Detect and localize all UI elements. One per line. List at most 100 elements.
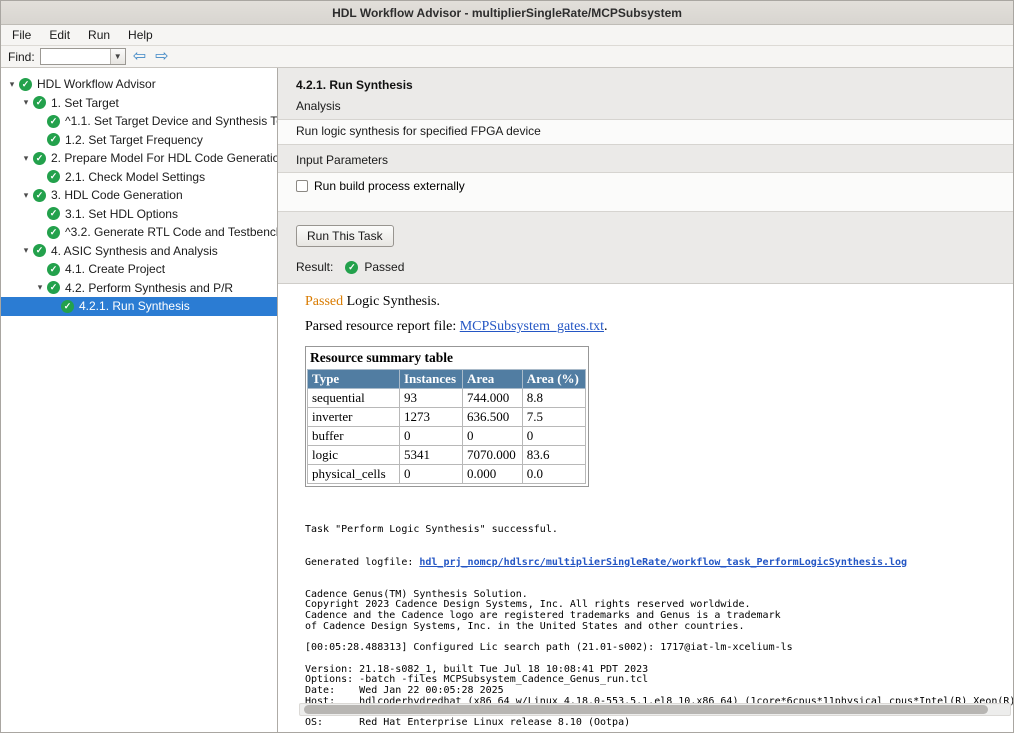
expander-down-icon[interactable]: ▾ xyxy=(19,190,33,201)
tree-item-label: 4.2. Perform Synthesis and P/R xyxy=(65,281,233,295)
main-area: ▾ HDL Workflow Advisor ▾1. Set Target^1.1.… xyxy=(1,68,1013,732)
resource-summary-table: TypeInstancesAreaArea (%)sequential93744… xyxy=(307,369,586,484)
window-title: HDL Workflow Advisor - multiplierSingleR… xyxy=(332,6,682,20)
passed-check-icon xyxy=(47,226,60,239)
scrollbar-thumb[interactable] xyxy=(304,705,988,714)
tree-item-label: 2.1. Check Model Settings xyxy=(65,170,205,184)
table-cell: 0 xyxy=(463,427,523,446)
task-title: 4.2.1. Run Synthesis xyxy=(278,68,1013,95)
passed-check-icon xyxy=(33,152,46,165)
synthesis-log: Task "Perform Logic Synthesis" successfu… xyxy=(305,504,1013,732)
result-row: Result: Passed xyxy=(278,253,1013,283)
tree-item[interactable]: ▾ 4. ASIC Synthesis and Analysis xyxy=(1,242,277,261)
passed-check-icon xyxy=(33,244,46,257)
tree-item[interactable]: ▾ 4.2. Perform Synthesis and P/R xyxy=(1,279,277,298)
expander-down-icon[interactable]: ▾ xyxy=(19,153,33,164)
table-cell: 7.5 xyxy=(522,408,585,427)
run-externally-option[interactable]: Run build process externally xyxy=(296,179,465,193)
task-description: Run logic synthesis for specified FPGA d… xyxy=(296,124,541,138)
table-cell: sequential xyxy=(308,389,400,408)
tree-item[interactable]: ▾ 3. HDL Code Generation xyxy=(1,186,277,205)
expander-down-icon[interactable]: ▾ xyxy=(5,79,19,90)
task-panel: 4.2.1. Run Synthesis Analysis Run logic … xyxy=(278,68,1013,732)
run-this-task-button[interactable]: Run This Task xyxy=(296,225,394,247)
workflow-tree: ▾ HDL Workflow Advisor ▾1. Set Target^1.1.… xyxy=(1,68,278,732)
tree-item[interactable]: ^1.1. Set Target Device and Synthesis To… xyxy=(1,112,277,131)
tree-item[interactable]: ▾2. Prepare Model For HDL Code Generatio… xyxy=(1,149,277,168)
parsed-prefix: Parsed resource report file: xyxy=(305,319,460,334)
tree-item[interactable]: ^3.2. Generate RTL Code and Testbench xyxy=(1,223,277,242)
passed-check-icon xyxy=(61,300,74,313)
tree-item-label: ^1.1. Set Target Device and Synthesis To… xyxy=(65,114,277,128)
table-cell: 7070.000 xyxy=(463,446,523,465)
log-success-line: Task "Perform Logic Synthesis" successfu… xyxy=(305,525,1013,536)
input-parameters-box: Run build process externally xyxy=(278,172,1013,212)
button-row: Run This Task xyxy=(278,212,1013,253)
passed-check-icon xyxy=(47,281,60,294)
tree-item[interactable]: 4.2.1. Run Synthesis xyxy=(1,297,277,316)
table-cell: 1273 xyxy=(400,408,463,427)
menu-edit[interactable]: Edit xyxy=(40,26,79,44)
find-input[interactable] xyxy=(41,49,110,64)
result-value: Passed xyxy=(364,260,404,274)
checkbox-icon[interactable] xyxy=(296,180,308,192)
passed-check-icon xyxy=(47,133,60,146)
tree-item-label: ^3.2. Generate RTL Code and Testbench xyxy=(65,225,277,239)
passed-line: Passed Logic Synthesis. xyxy=(305,294,1013,310)
gates-report-link[interactable]: MCPSubsystem_gates.txt xyxy=(460,319,604,334)
tree-item[interactable]: ▾ HDL Workflow Advisor xyxy=(1,75,277,94)
tree-item-label: 1.2. Set Target Frequency xyxy=(65,133,203,147)
checkbox-label: Run build process externally xyxy=(314,179,465,193)
tree-item[interactable]: 1.2. Set Target Frequency xyxy=(1,131,277,150)
passed-status-text: Passed xyxy=(305,294,343,309)
tree-item-label: 3.1. Set HDL Options xyxy=(65,207,178,221)
table-cell: 0.000 xyxy=(463,465,523,484)
titlebar: HDL Workflow Advisor - multiplierSingleR… xyxy=(1,1,1013,25)
horizontal-scrollbar[interactable] xyxy=(299,703,1011,716)
logfile-link[interactable]: hdl_prj_nomcp/hdlsrc/multiplierSingleRat… xyxy=(419,557,907,568)
passed-check-icon xyxy=(345,261,358,274)
expander-down-icon[interactable]: ▾ xyxy=(19,245,33,256)
tree-item-label: HDL Workflow Advisor xyxy=(37,77,156,91)
tree-item[interactable]: 2.1. Check Model Settings xyxy=(1,168,277,187)
task-description-box: Run logic synthesis for specified FPGA d… xyxy=(278,119,1013,145)
table-cell: 636.500 xyxy=(463,408,523,427)
input-parameters-label: Input Parameters xyxy=(278,145,1013,172)
result-label: Result: xyxy=(296,260,333,274)
tree-item[interactable]: ▾1. Set Target xyxy=(1,94,277,113)
tree-item-label: 4. ASIC Synthesis and Analysis xyxy=(51,244,218,258)
table-cell: 0.0 xyxy=(522,465,585,484)
table-header-cell: Instances xyxy=(400,370,463,389)
find-combobox[interactable]: ▼ xyxy=(40,48,126,65)
table-header-cell: Area xyxy=(463,370,523,389)
menu-file[interactable]: File xyxy=(3,26,40,44)
find-toolbar: Find: ▼ ⇦ ⇨ xyxy=(1,46,1013,68)
find-next-arrow-icon[interactable]: ⇨ xyxy=(153,49,170,65)
table-cell: 5341 xyxy=(400,446,463,465)
passed-check-icon xyxy=(33,189,46,202)
table-cell: inverter xyxy=(308,408,400,427)
find-label: Find: xyxy=(8,50,35,64)
find-dropdown-button[interactable]: ▼ xyxy=(110,49,125,64)
table-row: physical_cells00.0000.0 xyxy=(308,465,586,484)
menu-run[interactable]: Run xyxy=(79,26,119,44)
passed-check-icon xyxy=(47,263,60,276)
menu-help[interactable]: Help xyxy=(119,26,162,44)
tree-item[interactable]: 3.1. Set HDL Options xyxy=(1,205,277,224)
table-cell: buffer xyxy=(308,427,400,446)
table-row: inverter1273636.5007.5 xyxy=(308,408,586,427)
expander-down-icon[interactable]: ▾ xyxy=(19,97,33,108)
parsed-report-line: Parsed resource report file: MCPSubsyste… xyxy=(305,319,1013,335)
tree-item-label: 4.2.1. Run Synthesis xyxy=(79,299,190,313)
log-logfile-line: Generated logfile: hdl_prj_nomcp/hdlsrc/… xyxy=(305,558,1013,569)
parsed-suffix: . xyxy=(604,319,608,334)
table-header-row: TypeInstancesAreaArea (%) xyxy=(308,370,586,389)
tree-item[interactable]: 4.1. Create Project xyxy=(1,260,277,279)
expander-down-icon[interactable]: ▾ xyxy=(33,282,47,293)
table-cell: 0 xyxy=(400,427,463,446)
chevron-down-icon: ▼ xyxy=(114,53,122,61)
table-row: buffer000 xyxy=(308,427,586,446)
find-previous-arrow-icon[interactable]: ⇦ xyxy=(131,49,148,65)
tree-item-label: 3. HDL Code Generation xyxy=(51,188,183,202)
table-cell: 93 xyxy=(400,389,463,408)
